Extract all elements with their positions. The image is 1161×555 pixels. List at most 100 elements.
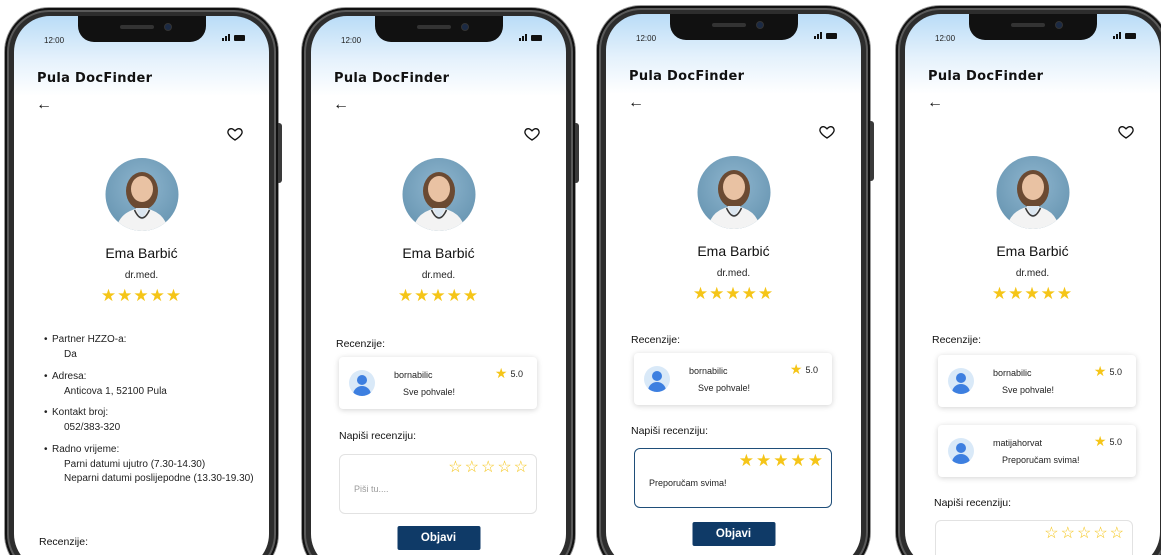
user-avatar-icon: [644, 366, 670, 392]
doctor-rating-stars: ★★★★★: [100, 286, 183, 305]
review-rating: ★ 5.0: [1094, 433, 1122, 450]
doctor-name: Ema Barbić: [697, 243, 770, 259]
app-title: Pula DocFinder: [629, 69, 745, 84]
write-review-box[interactable]: ★★★★★: [634, 448, 832, 508]
notch: [374, 16, 503, 42]
review-text: Sve pohvale!: [698, 383, 751, 393]
review-input[interactable]: [354, 484, 514, 494]
back-arrow-icon[interactable]: ←: [628, 94, 644, 112]
review-rating-value: 5.0: [1109, 436, 1122, 447]
reviews-label: Recenzije:: [336, 338, 386, 350]
review-input[interactable]: [649, 478, 809, 488]
doctor-avatar: [402, 158, 475, 231]
rating-input-stars[interactable]: ★★★★★: [739, 451, 825, 471]
doctor-avatar: [697, 156, 770, 229]
review-rating: ★ 5.0: [1094, 363, 1122, 380]
write-review-box[interactable]: ☆☆☆☆☆: [339, 454, 537, 514]
doctor-degree: dr.med.: [1015, 268, 1050, 279]
doctor-profile-screen: 12:00 Pula DocFinder ← Ema Barbić dr.med…: [14, 16, 269, 555]
notch: [669, 14, 798, 40]
reviews-typing-screen: 12:00 Pula DocFinder ← Ema Barbić dr.med…: [606, 14, 861, 555]
status-time: 12:00: [935, 34, 956, 43]
publish-button[interactable]: Objavi: [692, 522, 775, 546]
star-icon: ★: [1093, 433, 1107, 449]
hours-odd: Neparni datumi poslijepodne (13.30-19.30…: [64, 473, 254, 484]
signal-icon: [814, 32, 822, 39]
reviews-screen: 12:00 Pula DocFinder ← Ema Barbić dr.med…: [311, 16, 566, 555]
review-rating-value: 5.0: [1109, 366, 1122, 377]
publish-button[interactable]: Objavi: [397, 526, 480, 550]
review-card: matijahorvat Preporučam svima! ★ 5.0: [938, 425, 1136, 477]
status-icons: [222, 34, 245, 41]
back-arrow-icon[interactable]: ←: [333, 96, 349, 114]
review-username: matijahorvat: [993, 438, 1043, 448]
heart-icon[interactable]: [524, 126, 540, 142]
user-avatar-icon: [948, 368, 974, 394]
review-card: bornabilic Sve pohvale! ★ 5.0: [339, 357, 537, 409]
status-time: 12:00: [636, 34, 657, 43]
review-text: Sve pohvale!: [403, 387, 456, 397]
battery-icon: [234, 35, 245, 41]
reviews-updated-screen: 12:00 Pula DocFinder ← Ema Barbić dr.med…: [905, 14, 1160, 555]
doctor-name: Ema Barbić: [402, 245, 475, 261]
rating-input-stars[interactable]: ☆☆☆☆☆: [1044, 523, 1126, 543]
status-icons: [1113, 32, 1136, 39]
app-title: Pula DocFinder: [37, 71, 153, 86]
signal-icon: [222, 34, 230, 41]
review-rating-value: 5.0: [805, 364, 818, 375]
star-icon: ★: [1093, 363, 1107, 379]
heart-icon[interactable]: [819, 124, 835, 140]
contact-label: Kontakt broj:: [44, 407, 259, 418]
phone-frame-3: 12:00 Pula DocFinder ← Ema Barbić dr.med…: [597, 6, 874, 555]
review-text: Sve pohvale!: [1002, 385, 1055, 395]
status-time: 12:00: [44, 36, 65, 45]
doctor-name: Ema Barbić: [105, 245, 178, 261]
rating-input-stars[interactable]: ☆☆☆☆☆: [448, 457, 530, 477]
write-review-box[interactable]: ☆☆☆☆☆: [935, 520, 1133, 555]
write-review-label: Napiši recenziju:: [339, 430, 417, 442]
signal-icon: [1113, 32, 1121, 39]
battery-icon: [826, 33, 837, 39]
phone-frame-1: 12:00 Pula DocFinder ← Ema Barbić dr.med…: [5, 8, 282, 555]
doctor-rating-stars: ★★★★★: [692, 284, 775, 303]
contact-value[interactable]: 052/383-320: [44, 422, 259, 435]
star-icon: ★: [789, 361, 803, 377]
phone-frame-2: 12:00 Pula DocFinder ← Ema Barbić dr.med…: [302, 8, 579, 555]
reviews-label: Recenzije:: [932, 334, 982, 346]
side-button: [870, 121, 874, 181]
status-time: 12:00: [341, 36, 362, 45]
hours-label: Radno vrijeme:: [44, 444, 259, 455]
heart-icon[interactable]: [1118, 124, 1134, 140]
app-title: Pula DocFinder: [928, 69, 1044, 84]
heart-icon[interactable]: [227, 126, 243, 142]
partner-label: Partner HZZO-a:: [44, 334, 259, 345]
user-avatar-icon: [948, 438, 974, 464]
doctor-rating-stars: ★★★★★: [397, 286, 480, 305]
notch: [77, 16, 206, 42]
doctor-rating-stars: ★★★★★: [991, 284, 1074, 303]
doctor-degree: dr.med.: [421, 270, 456, 281]
review-card: bornabilic Sve pohvale! ★ 5.0: [634, 353, 832, 405]
doctor-degree: dr.med.: [716, 268, 751, 279]
partner-value: Da: [64, 349, 77, 360]
review-rating: ★ 5.0: [495, 365, 523, 382]
user-avatar-icon: [349, 370, 375, 396]
status-icons: [814, 32, 837, 39]
back-arrow-icon[interactable]: ←: [36, 96, 52, 114]
signal-icon: [519, 34, 527, 41]
star-icon: ★: [494, 365, 508, 381]
write-review-label: Napiši recenziju:: [934, 497, 1012, 509]
doctor-info-list: Partner HZZO-a: Da Adresa: Anticova 1, 5…: [44, 334, 259, 495]
doctor-avatar: [105, 158, 178, 231]
side-button: [575, 123, 579, 183]
review-username: bornabilic: [993, 368, 1032, 378]
battery-icon: [1125, 33, 1136, 39]
status-icons: [519, 34, 542, 41]
review-text: Preporučam svima!: [1002, 455, 1080, 465]
review-rating: ★ 5.0: [790, 361, 818, 378]
doctor-avatar: [996, 156, 1069, 229]
review-username: bornabilic: [394, 370, 433, 380]
back-arrow-icon[interactable]: ←: [927, 94, 943, 112]
reviews-label: Recenzije:: [631, 334, 681, 346]
side-button: [278, 123, 282, 183]
